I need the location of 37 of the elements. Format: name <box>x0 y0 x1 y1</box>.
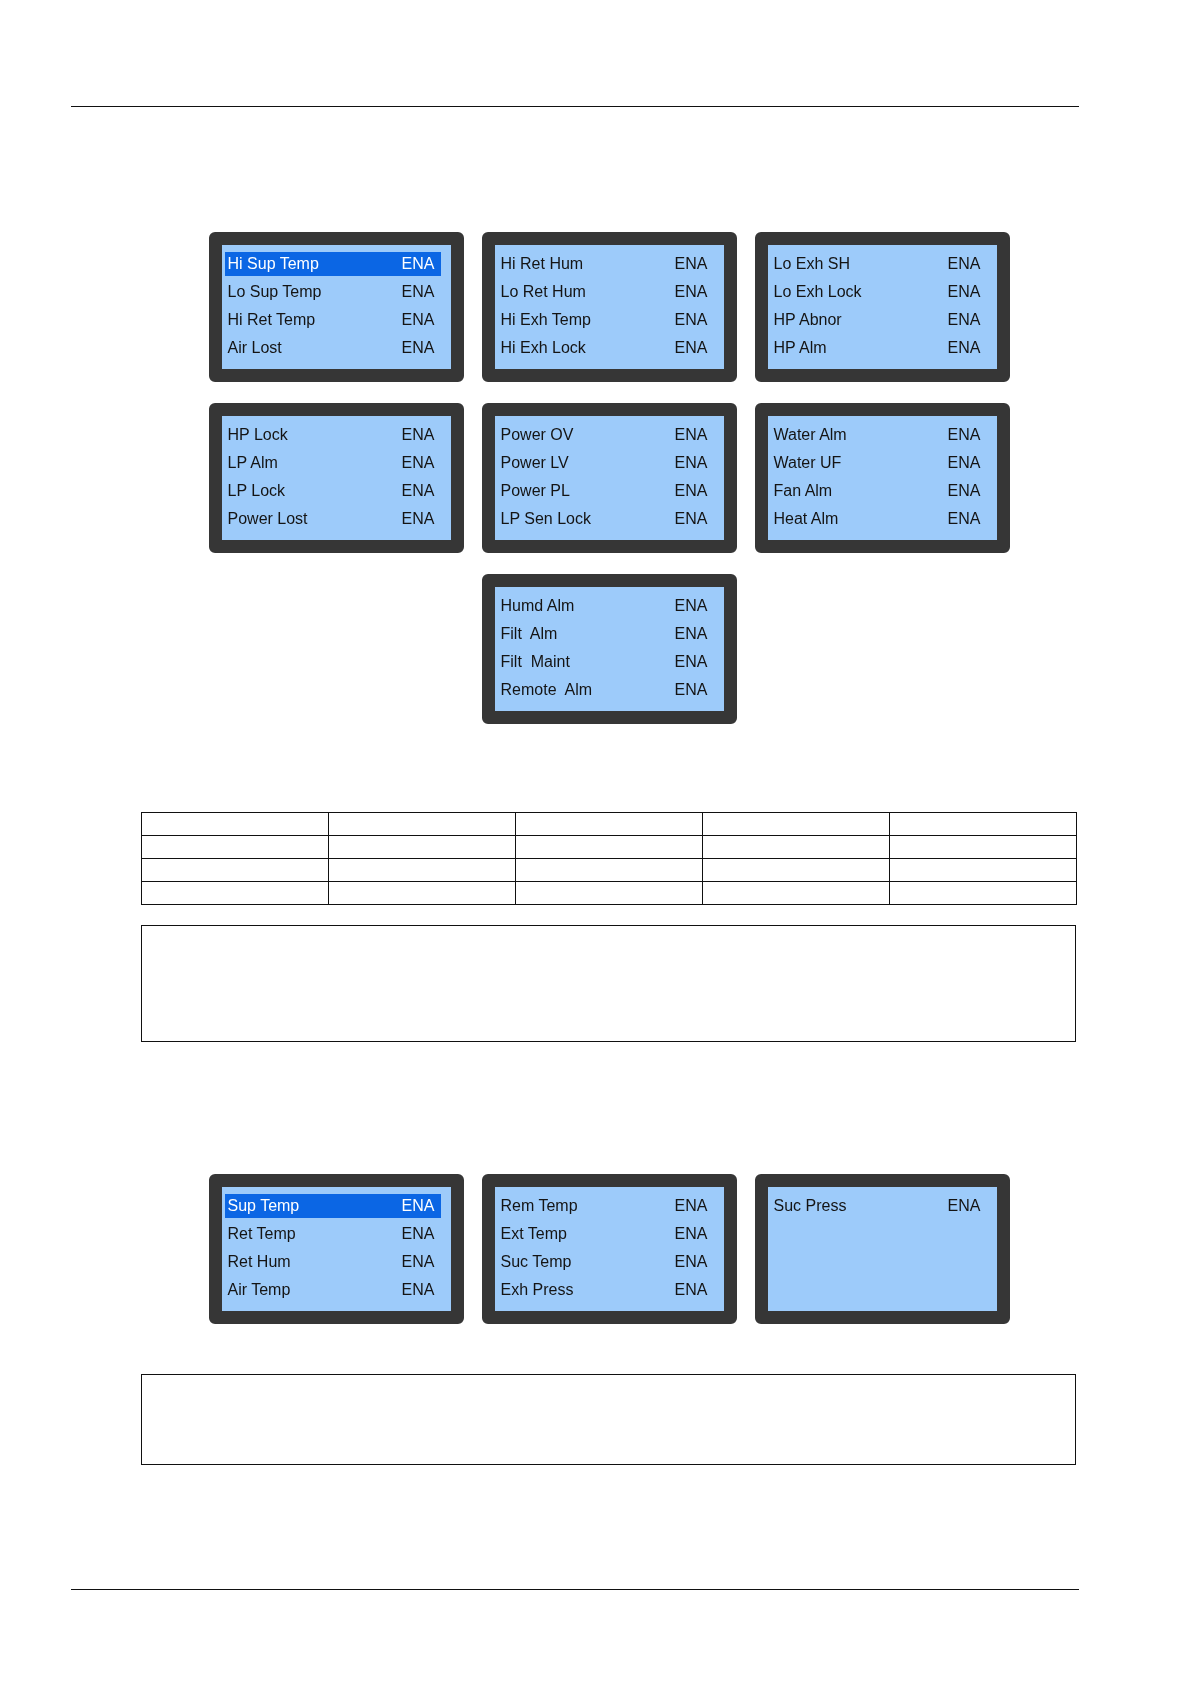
menu-item[interactable]: Remote Alm ENA <box>497 678 714 702</box>
menu-item[interactable]: Water UF ENA <box>770 451 987 475</box>
menu-item[interactable]: Suc Press ENA <box>770 1194 987 1218</box>
menu-item[interactable]: Power OV ENA <box>497 423 714 447</box>
menu-item[interactable]: Ret Hum ENA <box>224 1250 441 1274</box>
menu-item[interactable]: Hi Exh Lock ENA <box>497 336 714 360</box>
menu-item[interactable]: Air Lost ENA <box>224 336 441 360</box>
menu-item[interactable]: Heat Alm ENA <box>770 507 987 531</box>
menu-item[interactable]: Lo Ret Hum ENA <box>497 280 714 304</box>
menu-item[interactable]: Rem Temp ENA <box>497 1194 714 1218</box>
menu-item[interactable]: Humd Alm ENA <box>497 594 714 618</box>
menu-item[interactable]: Exh Press ENA <box>497 1278 714 1302</box>
menu-item[interactable]: Power Lost ENA <box>224 507 441 531</box>
menu-item[interactable]: Suc Temp ENA <box>497 1250 714 1274</box>
menu-item[interactable]: Lo Exh SH ENA <box>770 252 987 276</box>
menu-item[interactable]: Ret Temp ENA <box>224 1222 441 1246</box>
menu-item[interactable]: Filt Alm ENA <box>497 622 714 646</box>
menu-item[interactable]: Hi Exh Temp ENA <box>497 308 714 332</box>
menu-item[interactable]: Water Alm ENA <box>770 423 987 447</box>
menu-item[interactable]: Fan Alm ENA <box>770 479 987 503</box>
menu-item[interactable]: LP Sen Lock ENA <box>497 507 714 531</box>
menu-item[interactable]: Hi Sup Temp ENA <box>224 252 441 276</box>
menu-item[interactable]: Hi Ret Hum ENA <box>497 252 714 276</box>
menu-item[interactable]: Power PL ENA <box>497 479 714 503</box>
menu-item[interactable]: HP Alm ENA <box>770 336 987 360</box>
menu-item[interactable]: Sup Temp ENA <box>224 1194 441 1218</box>
menu-item[interactable]: HP Abnor ENA <box>770 308 987 332</box>
menu-item[interactable]: Hi Ret Temp ENA <box>224 308 441 332</box>
menu-item[interactable]: Ext Temp ENA <box>497 1222 714 1246</box>
menu-item[interactable]: LP Lock ENA <box>224 479 441 503</box>
menu-item[interactable]: HP Lock ENA <box>224 423 441 447</box>
menu-item[interactable]: Air Temp ENA <box>224 1278 441 1302</box>
menu-item[interactable]: LP Alm ENA <box>224 451 441 475</box>
menu-item[interactable]: Lo Sup Temp ENA <box>224 280 441 304</box>
menu-item[interactable]: Power LV ENA <box>497 451 714 475</box>
menu-item[interactable]: Filt Maint ENA <box>497 650 714 674</box>
menu-item[interactable]: Lo Exh Lock ENA <box>770 280 987 304</box>
